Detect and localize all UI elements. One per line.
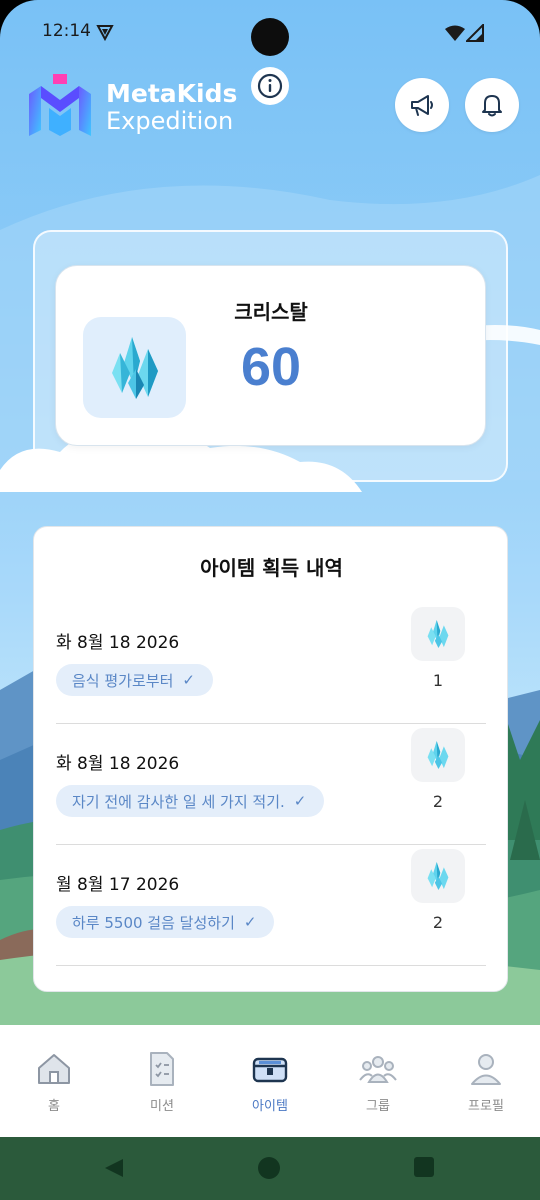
back-icon[interactable] — [103, 1157, 125, 1179]
check-icon: ✓ — [243, 913, 257, 931]
history-count: 1 — [432, 671, 444, 690]
history-date: 화 8월 18 2026 — [56, 754, 180, 774]
brand-line2: Expedition — [106, 106, 234, 135]
crystal-label: 크리스탈 — [234, 300, 308, 324]
nav-label-profile: 프로필 — [468, 1099, 504, 1114]
status-time: 12:14 — [42, 21, 91, 41]
item-chest-icon — [252, 1057, 288, 1083]
logo-icon — [29, 74, 91, 136]
history-date: 월 8월 17 2026 — [56, 875, 180, 895]
history-source-label: 하루 5500 걸음 달성하기 — [72, 913, 235, 932]
system-navigation-bar — [0, 1137, 540, 1200]
check-icon: ✓ — [182, 671, 195, 689]
history-row: 월 8월 17 2026 하루 5500 걸음 달성하기 ✓ 2 — [56, 845, 486, 966]
nav-label-mission: 미션 — [150, 1099, 174, 1114]
nav-item-group[interactable]: 그룹 — [324, 1049, 432, 1114]
home-system-button[interactable] — [258, 1157, 280, 1179]
item-history-card: 아이템 획득 내역 화 8월 18 2026 음식 평가로부터 ✓ 1 화 8월… — [33, 526, 508, 992]
nav-item-home[interactable]: 홈 — [0, 1049, 108, 1114]
history-source-chip: 자기 전에 감사한 일 세 가지 적기. ✓ — [56, 785, 325, 817]
crystal-icon — [427, 862, 449, 890]
crystal-count: 60 — [240, 337, 302, 397]
nav-item-profile[interactable]: 프로필 — [432, 1049, 540, 1114]
history-source-chip: 하루 5500 걸음 달성하기 ✓ — [56, 906, 275, 938]
history-crystal-icon-box — [411, 607, 465, 661]
cellular-signal-icon — [466, 24, 484, 42]
check-icon: ✓ — [293, 792, 307, 810]
history-date: 화 8월 18 2026 — [56, 633, 180, 653]
brand-wordmark: MetaKids Expedition — [106, 80, 237, 134]
crystal-balance-card: 크리스탈 60 — [55, 265, 486, 446]
history-source-label: 음식 평가로부터 — [72, 671, 174, 690]
status-bar: 12:14 — [0, 18, 540, 56]
wifi-icon — [445, 25, 465, 41]
app-screen: 12:14 MetaKids Expedition 크리스탈 60 아이템 획득… — [0, 0, 540, 1200]
crystal-icon — [427, 741, 449, 769]
crystal-icon-box — [83, 317, 186, 418]
bottom-navigation: 홈 미션 아이템 그룹 프로필 — [0, 1025, 540, 1137]
nav-label-home: 홈 — [48, 1099, 60, 1114]
notification-button[interactable] — [465, 78, 519, 132]
bell-icon — [482, 95, 502, 117]
group-icon — [359, 1056, 397, 1083]
home-icon — [38, 1054, 70, 1084]
history-title: 아이템 획득 내역 — [200, 556, 343, 580]
recent-apps-button[interactable] — [414, 1157, 434, 1177]
history-count: 2 — [432, 792, 444, 811]
history-source-label: 자기 전에 감사한 일 세 가지 적기. — [72, 792, 285, 811]
announcement-button[interactable] — [395, 78, 449, 132]
info-icon — [257, 73, 283, 99]
history-row: 화 8월 18 2026 음식 평가로부터 ✓ 1 — [56, 603, 486, 724]
nav-item-item[interactable]: 아이템 — [216, 1049, 324, 1114]
crystal-icon — [427, 620, 449, 648]
history-count: 2 — [432, 913, 444, 932]
info-button[interactable] — [251, 67, 289, 105]
camera-cutout — [251, 18, 289, 56]
brand-line1: MetaKids — [106, 79, 238, 108]
nav-label-item: 아이템 — [252, 1099, 288, 1114]
profile-icon — [471, 1054, 501, 1085]
history-row: 화 8월 18 2026 자기 전에 감사한 일 세 가지 적기. ✓ 2 — [56, 724, 486, 845]
nav-item-mission[interactable]: 미션 — [108, 1049, 216, 1114]
mission-checklist-icon — [150, 1052, 174, 1086]
vpn-icon — [96, 25, 114, 41]
history-crystal-icon-box — [411, 849, 465, 903]
crystal-icon — [111, 336, 158, 399]
history-source-chip: 음식 평가로부터 ✓ — [56, 664, 213, 696]
history-crystal-icon-box — [411, 728, 465, 782]
megaphone-icon — [411, 95, 433, 116]
nav-label-group: 그룹 — [366, 1099, 390, 1114]
